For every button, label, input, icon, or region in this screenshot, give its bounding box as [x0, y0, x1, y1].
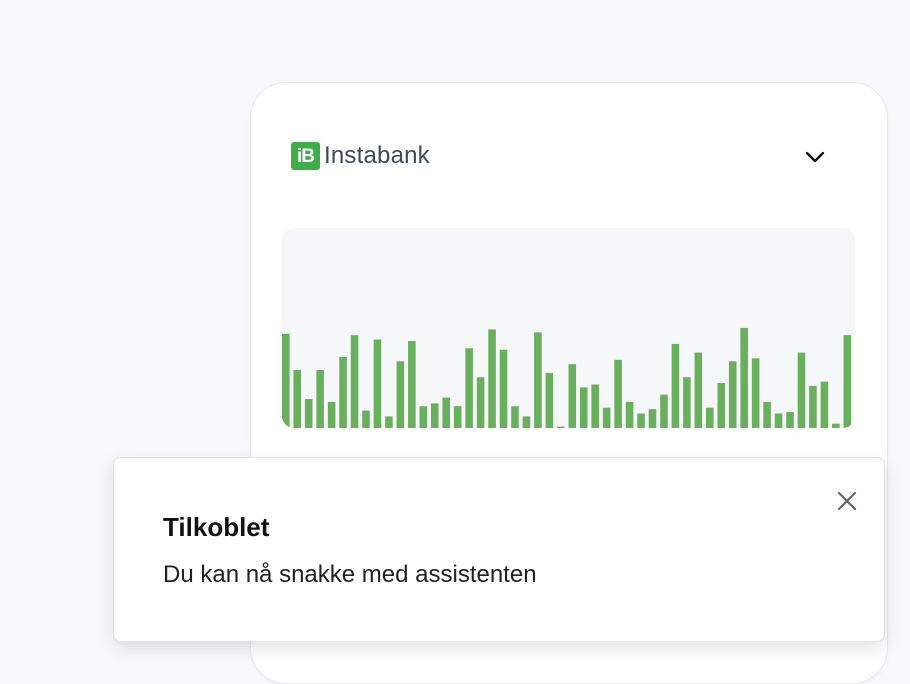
chart-bar [534, 332, 542, 428]
chart-bar [499, 349, 508, 428]
chart-bar [419, 406, 428, 428]
chart-bar [671, 343, 680, 428]
chart-bar [293, 370, 302, 428]
chart-bar [396, 361, 405, 428]
chart-bar [602, 407, 611, 428]
chart-bar [625, 401, 634, 428]
chart-bar [511, 406, 519, 428]
toast-message: Du kan nå snakke med assistenten [163, 561, 537, 588]
chart-bar [774, 413, 783, 428]
chevron-down-icon[interactable] [799, 141, 831, 173]
instabank-logo-icon: iB [291, 142, 320, 170]
brand-name: Instabank [324, 142, 430, 169]
chart-bar [282, 333, 290, 428]
chart-bar [728, 361, 737, 428]
chart-bar [327, 401, 336, 428]
chart-bar [442, 397, 450, 428]
chart-bar [385, 416, 393, 428]
chart-bar [373, 339, 382, 428]
chart-bar [660, 394, 668, 428]
chart-bar [304, 399, 313, 428]
chart-bar [522, 416, 531, 428]
chart-bar [717, 383, 726, 428]
chart-bar [797, 352, 806, 428]
chart-bar [545, 372, 554, 428]
chart-bar [408, 341, 416, 428]
chart-bar [683, 377, 691, 428]
chart-bar [786, 412, 794, 428]
chart-bar [706, 407, 714, 428]
chart-bar [568, 364, 577, 428]
chart-bar [740, 327, 748, 428]
chart-bar [316, 370, 324, 428]
chart-bar [579, 387, 588, 428]
connection-toast: Tilkoblet Du kan nå snakke med assistent… [113, 457, 885, 642]
chart-bar [832, 423, 840, 428]
chart-bar [476, 377, 485, 428]
chart-bar [591, 384, 599, 428]
close-icon[interactable] [831, 485, 863, 517]
chart-bar [763, 401, 771, 428]
activity-chart [282, 228, 855, 428]
chart-bar [809, 385, 817, 428]
activity-chart-svg [282, 327, 852, 428]
chart-bar [453, 406, 462, 428]
chart-bar [637, 413, 645, 428]
toast-title: Tilkoblet [163, 512, 270, 542]
chart-bar [751, 358, 760, 428]
chart-bar [614, 359, 622, 428]
chart-bar [488, 329, 496, 428]
chart-bar [648, 409, 657, 428]
chart-bar [362, 410, 370, 428]
chart-bar [465, 348, 473, 428]
chart-bar [430, 403, 439, 428]
chart-bar [557, 426, 565, 428]
brand-logo: iB Instabank [291, 141, 430, 171]
chart-bar [820, 381, 829, 428]
chart-bar [350, 335, 359, 428]
chart-bar [843, 335, 852, 428]
chart-bar [339, 356, 347, 428]
chart-bar [694, 352, 703, 428]
